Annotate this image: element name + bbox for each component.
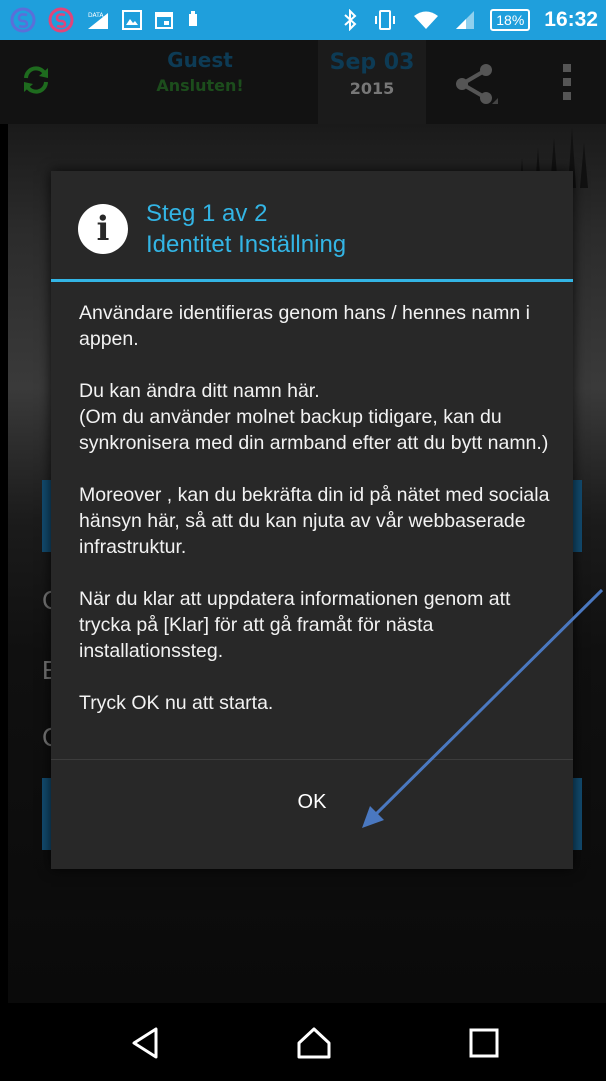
app-icon-s-outline bbox=[10, 7, 36, 33]
image-icon bbox=[122, 10, 142, 30]
vibrate-icon bbox=[375, 10, 396, 30]
dialog-title-heading: Identitet Inställning bbox=[146, 231, 347, 258]
ok-button[interactable]: OK bbox=[51, 760, 573, 860]
calendar-icon bbox=[155, 12, 173, 29]
info-icon: i bbox=[78, 204, 128, 254]
dialog-header: i Steg 1 av 2 Identitet Inställning bbox=[51, 171, 573, 279]
bluetooth-icon bbox=[344, 9, 357, 31]
share-icon[interactable] bbox=[452, 62, 500, 106]
home-icon[interactable] bbox=[296, 1025, 332, 1061]
dialog-title: Steg 1 av 2 Identitet Inställning bbox=[146, 198, 346, 260]
dialog-message: Användare identifieras genom hans / henn… bbox=[79, 302, 550, 714]
setup-dialog: i Steg 1 av 2 Identitet Inställning Anvä… bbox=[51, 171, 573, 869]
back-icon[interactable] bbox=[128, 1025, 164, 1061]
battery-plug-icon bbox=[189, 11, 197, 26]
overflow-menu-icon[interactable] bbox=[562, 62, 572, 102]
data-signal-icon: DATA bbox=[88, 12, 108, 29]
refresh-icon[interactable] bbox=[18, 62, 54, 98]
user-info[interactable]: Guest Ansluten! bbox=[130, 48, 270, 95]
user-name: Guest bbox=[167, 48, 233, 72]
cell-signal-icon bbox=[456, 11, 475, 29]
battery-indicator: 18% bbox=[490, 9, 531, 31]
svg-text:DATA: DATA bbox=[88, 12, 104, 19]
app-bar: Guest Ansluten! Sep 03 2015 bbox=[0, 40, 606, 124]
navigation-bar bbox=[0, 1003, 606, 1081]
connection-status: Ansluten! bbox=[156, 76, 244, 95]
wifi-icon bbox=[414, 11, 439, 29]
dialog-divider bbox=[51, 279, 573, 282]
date-year: 2015 bbox=[349, 79, 395, 98]
status-bar: DATA 18% 16:32 bbox=[0, 0, 606, 40]
date-display[interactable]: Sep 03 2015 bbox=[318, 40, 426, 124]
dialog-title-step: Steg 1 av 2 bbox=[146, 200, 268, 227]
date-month-day: Sep 03 bbox=[329, 50, 415, 75]
recents-icon[interactable] bbox=[466, 1025, 502, 1061]
app-icon-s-red bbox=[48, 7, 74, 33]
clock: 16:32 bbox=[544, 8, 598, 31]
